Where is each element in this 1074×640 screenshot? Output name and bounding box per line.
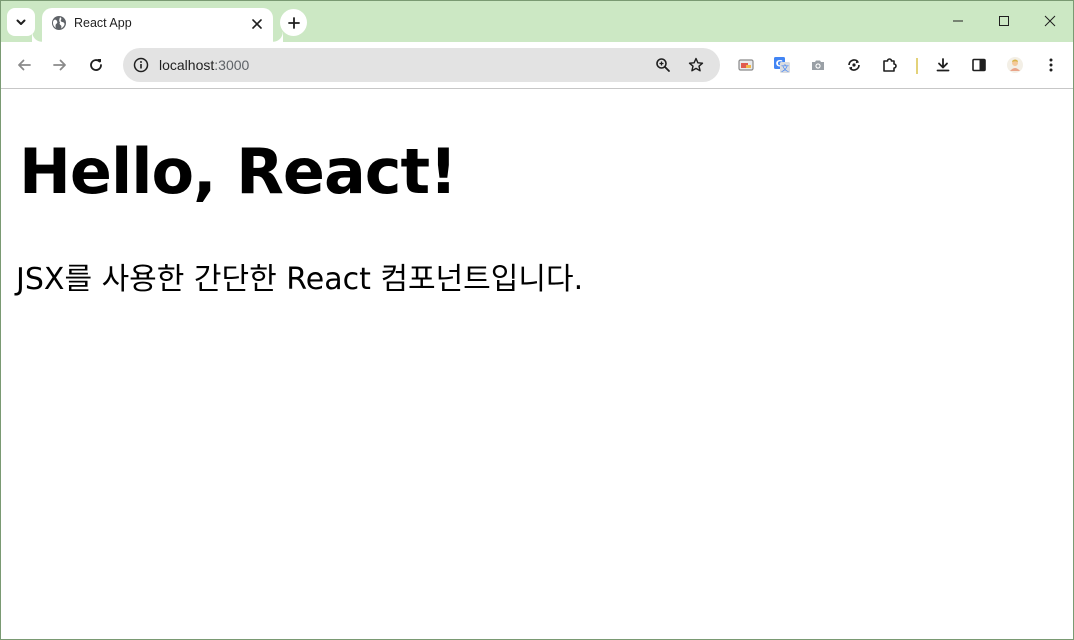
maximize-icon bbox=[998, 15, 1010, 27]
downloads-button[interactable] bbox=[929, 51, 957, 79]
menu-button[interactable] bbox=[1037, 51, 1065, 79]
side-panel-icon bbox=[971, 57, 987, 73]
page-heading: Hello, React! bbox=[19, 135, 457, 208]
browser-window: React App localhost:3000 G 文 Hello, Reac… bbox=[0, 0, 1074, 640]
tab-search-button[interactable] bbox=[7, 8, 35, 36]
minimize-button[interactable] bbox=[935, 1, 981, 41]
info-icon[interactable] bbox=[129, 53, 153, 77]
close-tab-button[interactable] bbox=[247, 14, 267, 34]
url-text[interactable]: localhost:3000 bbox=[159, 57, 249, 73]
kebab-menu-icon bbox=[1043, 57, 1059, 73]
svg-text:文: 文 bbox=[781, 63, 789, 73]
maximize-button[interactable] bbox=[981, 1, 1027, 41]
cast-icon bbox=[737, 57, 755, 73]
url-host: localhost bbox=[159, 57, 215, 73]
zoom-in-icon[interactable] bbox=[651, 53, 675, 77]
reload-icon bbox=[88, 57, 104, 73]
sync-icon bbox=[846, 57, 862, 73]
reload-button[interactable] bbox=[82, 51, 110, 79]
back-button[interactable] bbox=[10, 51, 38, 79]
new-tab-button[interactable] bbox=[280, 9, 307, 36]
toolbar-separator bbox=[916, 58, 918, 74]
extensions-button[interactable] bbox=[876, 51, 904, 79]
star-icon[interactable] bbox=[684, 53, 708, 77]
plus-icon bbox=[287, 16, 300, 29]
minimize-icon bbox=[952, 15, 964, 27]
window-close-button[interactable] bbox=[1027, 1, 1073, 41]
tab-strip: React App bbox=[1, 1, 1073, 42]
close-icon bbox=[1044, 15, 1056, 27]
profile-button[interactable] bbox=[1001, 51, 1029, 79]
side-panel-button[interactable] bbox=[965, 51, 993, 79]
translate-button[interactable]: G文 bbox=[768, 51, 796, 79]
puzzle-icon bbox=[881, 56, 899, 74]
browser-toolbar: localhost:3000 G文 bbox=[1, 42, 1073, 89]
url-port: :3000 bbox=[214, 57, 250, 73]
page-paragraph: JSX를 사용한 간단한 React 컴포넌트입니다. bbox=[16, 262, 584, 297]
camera-icon bbox=[810, 57, 826, 73]
sync-button[interactable] bbox=[840, 51, 868, 79]
cast-button[interactable] bbox=[732, 51, 760, 79]
tab-title: React App bbox=[74, 16, 132, 30]
arrow-left-icon bbox=[16, 57, 32, 73]
address-bar[interactable]: localhost:3000 bbox=[123, 48, 720, 82]
translate-icon: G文 bbox=[773, 56, 791, 74]
close-icon bbox=[252, 19, 262, 29]
arrow-right-icon bbox=[52, 57, 68, 73]
globe-icon bbox=[51, 15, 67, 31]
tab-react-app[interactable]: React App bbox=[42, 8, 273, 42]
screenshot-button[interactable] bbox=[804, 51, 832, 79]
download-icon bbox=[935, 57, 951, 73]
chevron-down-icon bbox=[15, 16, 27, 28]
avatar-icon bbox=[1006, 56, 1024, 74]
forward-button[interactable] bbox=[46, 51, 74, 79]
page-content: Hello, React! JSX를 사용한 간단한 React 컴포넌트입니다… bbox=[1, 89, 1073, 639]
